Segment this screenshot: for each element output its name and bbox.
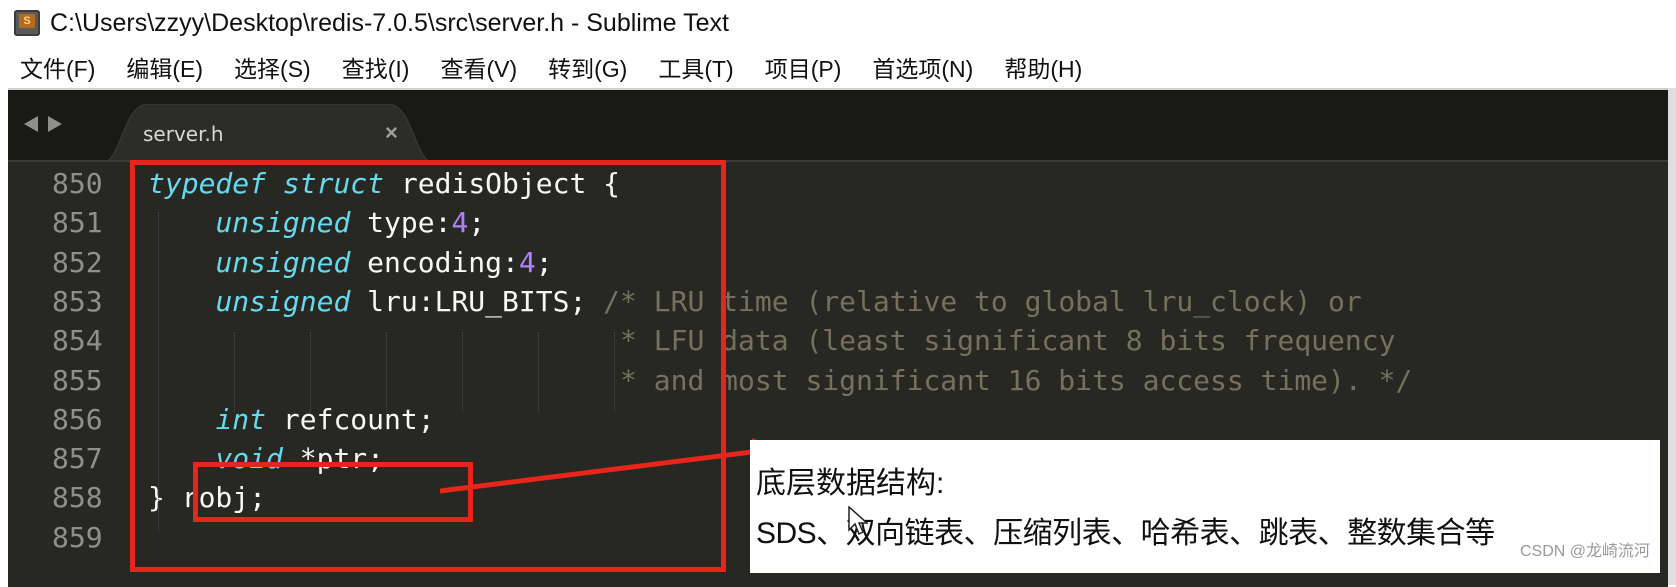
arrow-line — [439, 447, 769, 494]
annotation-callout: 底层数据结构: SDS、双向链表、压缩列表、哈希表、跳表、整数集合等 CSDN … — [750, 440, 1660, 573]
watermark: CSDN @龙崎流河 — [1519, 543, 1650, 560]
callout-title: 底层数据结构: — [756, 467, 945, 500]
mouse-cursor-icon — [848, 506, 868, 536]
